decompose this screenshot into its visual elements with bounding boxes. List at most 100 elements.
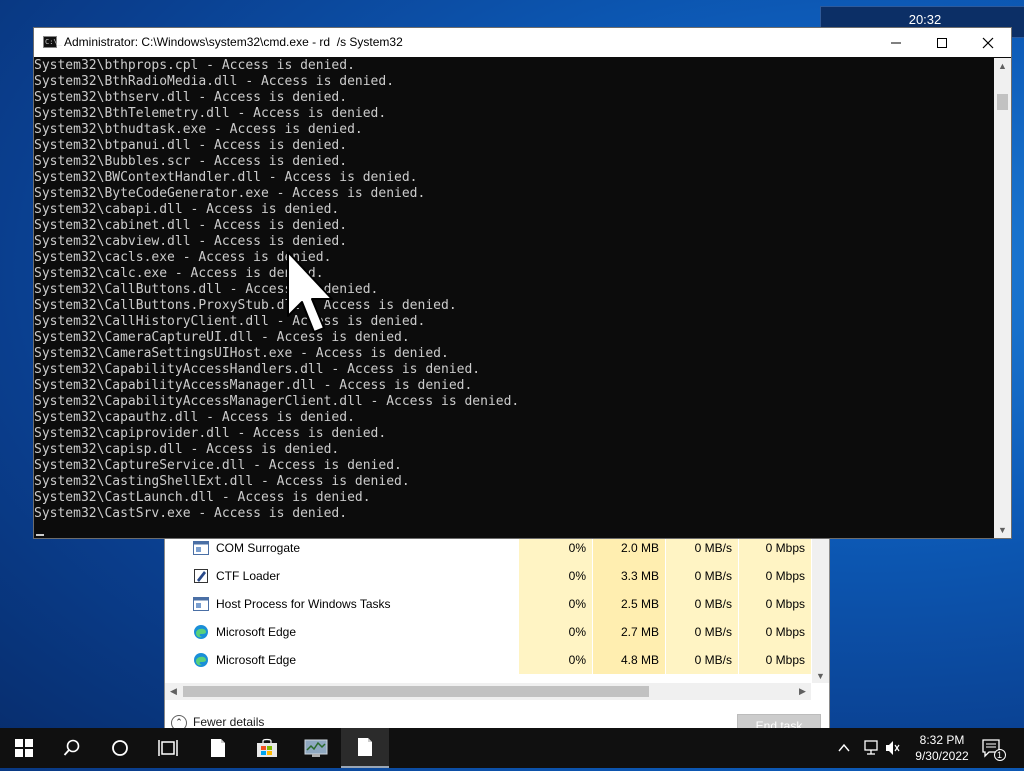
taskbar-time: 8:32 PM xyxy=(919,733,965,747)
console-line: System32\CallHistoryClient.dll - Access … xyxy=(34,314,426,329)
disk-cell: 0 MB/s xyxy=(666,562,738,590)
store-icon xyxy=(257,738,277,757)
process-row[interactable]: Microsoft Edge 0% 4.8 MB 0 MB/s 0 Mbps xyxy=(165,646,811,674)
console-line: System32\CastingShellExt.dll - Access is… xyxy=(34,474,410,489)
console-line: System32\CastLaunch.dll - Access is deni… xyxy=(34,490,371,505)
process-name: Microsoft Edge xyxy=(216,653,297,667)
console-line: System32\CameraSettingsUIHost.exe - Acce… xyxy=(34,346,449,361)
console-line: System32\calc.exe - Access is denied. xyxy=(34,266,324,281)
cmd-output[interactable]: System32\bthprops.cpl - Access is denied… xyxy=(34,58,994,538)
speaker-muted-icon xyxy=(886,741,900,755)
taskbar-app-document[interactable] xyxy=(194,728,242,768)
console-line: System32\CastSrv.exe - Access is denied. xyxy=(34,506,348,521)
console-line: System32\CapabilityAccessHandlers.dll - … xyxy=(34,362,481,377)
task-view-icon xyxy=(158,740,178,756)
scroll-up-icon[interactable]: ▲ xyxy=(998,61,1007,71)
cpu-cell: 0% xyxy=(519,562,592,590)
memory-cell: 2.5 MB xyxy=(593,590,665,618)
close-button[interactable] xyxy=(965,28,1011,57)
console-line: System32\CaptureService.dll - Access is … xyxy=(34,458,402,473)
document-icon xyxy=(211,739,225,757)
search-button[interactable] xyxy=(48,728,96,768)
taskbar-app-task-manager[interactable] xyxy=(292,728,340,768)
taskbar-app-document-active[interactable] xyxy=(341,728,389,768)
cpu-cell: 0% xyxy=(519,590,592,618)
process-name: Microsoft Edge xyxy=(216,625,297,639)
minimize-button[interactable] xyxy=(873,28,919,57)
show-hidden-icons-button[interactable] xyxy=(838,728,856,768)
task-view-button[interactable] xyxy=(144,728,192,768)
taskbar: 8:32 PM 9/30/2022 1 xyxy=(0,728,1024,768)
edge-icon xyxy=(194,625,208,639)
console-line: System32\bthudtask.exe - Access is denie… xyxy=(34,122,363,137)
network-cell: 0 Mbps xyxy=(739,618,811,646)
console-line: System32\BthRadioMedia.dll - Access is d… xyxy=(34,74,395,89)
process-name: CTF Loader xyxy=(216,569,281,583)
volume-button[interactable] xyxy=(884,728,902,768)
console-line: System32\bthserv.dll - Access is denied. xyxy=(34,90,348,105)
desktop-clock-text: 20:32 xyxy=(908,12,942,27)
cortana-button[interactable] xyxy=(96,728,144,768)
text-cursor xyxy=(36,534,44,536)
network-cell: 0 Mbps xyxy=(739,646,811,674)
memory-cell: 2.7 MB xyxy=(593,618,665,646)
console-line: System32\CapabilityAccessManager.dll - A… xyxy=(34,378,473,393)
taskbar-clock[interactable]: 8:32 PM 9/30/2022 xyxy=(904,732,980,764)
network-wired-icon xyxy=(864,740,878,755)
cmd-scroll-thumb[interactable] xyxy=(997,94,1008,110)
console-line: System32\CameraCaptureUI.dll - Access is… xyxy=(34,330,410,345)
process-name: COM Surrogate xyxy=(216,541,301,555)
cmd-vertical-scrollbar[interactable]: ▲ ▼ xyxy=(994,58,1011,538)
window-icon xyxy=(193,597,209,611)
notification-icon xyxy=(982,739,1006,761)
disk-cell: 0 MB/s xyxy=(666,590,738,618)
network-cell: 0 Mbps xyxy=(739,590,811,618)
network-status-button[interactable] xyxy=(862,728,882,768)
cmd-window[interactable]: C:\_ Administrator: C:\Windows\system32\… xyxy=(33,27,1012,539)
scroll-left-icon[interactable]: ◀ xyxy=(170,686,177,697)
console-line: System32\BWContextHandler.dll - Access i… xyxy=(34,170,418,185)
console-line: System32\cabview.dll - Access is denied. xyxy=(34,234,348,249)
document-icon xyxy=(358,738,372,756)
process-list-horizontal-scrollbar[interactable]: ◀ ▶ xyxy=(165,683,811,700)
console-line: System32\cabapi.dll - Access is denied. xyxy=(34,202,340,217)
scroll-down-icon[interactable]: ▼ xyxy=(816,671,825,681)
pen-icon xyxy=(194,569,208,583)
console-line: System32\btpanui.dll - Access is denied. xyxy=(34,138,348,153)
horizontal-scroll-thumb[interactable] xyxy=(183,686,649,697)
console-line: System32\cabinet.dll - Access is denied. xyxy=(34,218,348,233)
disk-cell: 0 MB/s xyxy=(666,646,738,674)
scroll-down-icon[interactable]: ▼ xyxy=(998,525,1007,535)
console-line: System32\CapabilityAccessManagerClient.d… xyxy=(34,394,520,409)
console-line: System32\capisp.dll - Access is denied. xyxy=(34,442,340,457)
process-name: Host Process for Windows Tasks xyxy=(216,597,391,611)
search-icon xyxy=(63,739,80,756)
start-button[interactable] xyxy=(0,728,48,768)
maximize-button[interactable] xyxy=(919,28,965,57)
task-manager-window: COM Surrogate 0% 2.0 MB 0 MB/s 0 Mbps CT… xyxy=(164,520,830,742)
cpu-cell: 0% xyxy=(519,618,592,646)
console-line: System32\CallButtons.ProxyStub.dll - Acc… xyxy=(34,298,457,313)
console-line: System32\Bubbles.scr - Access is denied. xyxy=(34,154,348,169)
console-line: System32\capiprovider.dll - Access is de… xyxy=(34,426,387,441)
process-row[interactable]: Host Process for Windows Tasks 0% 2.5 MB… xyxy=(165,590,811,618)
console-line: System32\capauthz.dll - Access is denied… xyxy=(34,410,355,425)
taskbar-date: 9/30/2022 xyxy=(915,749,969,763)
notification-count: 1 xyxy=(997,750,1003,760)
close-icon xyxy=(982,37,994,49)
console-line: System32\ByteCodeGenerator.exe - Access … xyxy=(34,186,426,201)
edge-icon xyxy=(194,653,208,667)
action-center-button[interactable]: 1 xyxy=(980,728,1020,768)
memory-cell: 4.8 MB xyxy=(593,646,665,674)
console-line: System32\bthprops.cpl - Access is denied… xyxy=(34,58,355,73)
cmd-app-icon: C:\_ xyxy=(43,36,62,48)
process-row[interactable]: CTF Loader 0% 3.3 MB 0 MB/s 0 Mbps xyxy=(165,562,811,590)
minimize-icon xyxy=(891,42,901,44)
scroll-right-icon[interactable]: ▶ xyxy=(799,686,806,697)
console-line: System32\BthTelemetry.dll - Access is de… xyxy=(34,106,387,121)
process-list-vertical-scrollbar[interactable]: ▼ xyxy=(812,537,829,683)
memory-cell: 3.3 MB xyxy=(593,562,665,590)
taskbar-app-store[interactable] xyxy=(243,728,291,768)
process-row[interactable]: Microsoft Edge 0% 2.7 MB 0 MB/s 0 Mbps xyxy=(165,618,811,646)
cmd-title-bar[interactable]: C:\_ Administrator: C:\Windows\system32\… xyxy=(34,28,1011,57)
